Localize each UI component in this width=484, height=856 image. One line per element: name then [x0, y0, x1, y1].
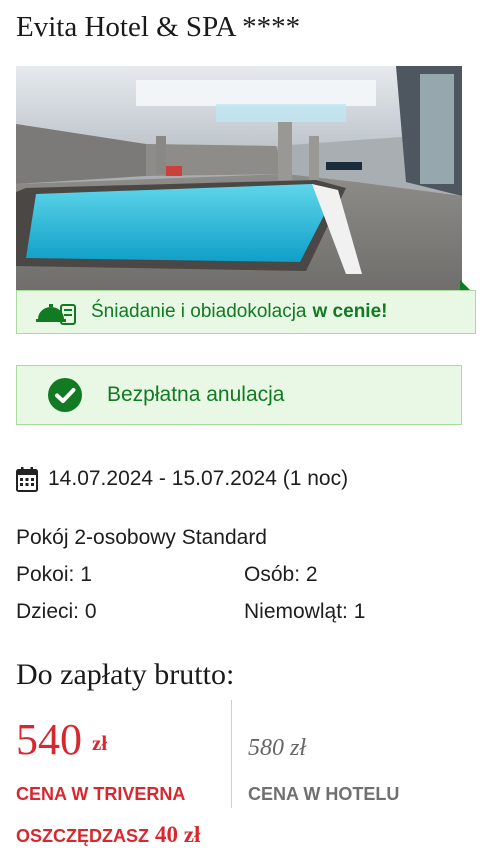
hotel-photo[interactable] — [16, 66, 462, 290]
price-value: 540 — [16, 715, 82, 764]
promo-highlight: w cenie! — [312, 301, 388, 322]
triverna-price: 540 zł — [16, 714, 107, 765]
price-currency: zł — [92, 731, 108, 755]
stay-dates: 14.07.2024 - 15.07.2024 (1 noc) — [16, 466, 348, 492]
children-count: Dzieci: 0 — [16, 600, 97, 623]
free-cancellation-badge: Bezpłatna anulacja — [16, 365, 462, 425]
hotel-price: 580 zł — [248, 735, 307, 761]
meal-promo-banner: Śniadanie i obiadokolacja w cenie! — [16, 290, 476, 334]
food-tray-icon — [35, 297, 77, 327]
cancellation-text: Bezpłatna anulacja — [107, 383, 285, 406]
calendar-icon — [16, 467, 38, 492]
savings: OSZCZĘDZASZ 40 zł — [16, 822, 200, 848]
infants-count: Niemowląt: 1 — [244, 600, 366, 623]
savings-label: OSZCZĘDZASZ — [16, 826, 149, 846]
price-divider — [231, 700, 232, 808]
hotel-price-label: CENA W HOTELU — [248, 784, 400, 804]
stay-dates-text: 14.07.2024 - 15.07.2024 (1 noc) — [48, 467, 349, 490]
guests-count: Osób: 2 — [244, 563, 318, 586]
room-type: Pokój 2-osobowy Standard — [16, 526, 267, 549]
rooms-count: Pokoi: 1 — [16, 563, 92, 586]
triverna-price-label: CENA W TRIVERNA — [16, 784, 186, 804]
check-circle-icon — [48, 378, 82, 412]
pool-image — [16, 66, 462, 290]
savings-amount: 40 zł — [155, 822, 201, 847]
photo-corner-fold — [460, 280, 470, 290]
hotel-title: Evita Hotel & SPA **** — [16, 11, 301, 43]
payment-title: Do zapłaty brutto: — [16, 658, 235, 691]
promo-text: Śniadanie i obiadokolacja — [91, 301, 307, 322]
